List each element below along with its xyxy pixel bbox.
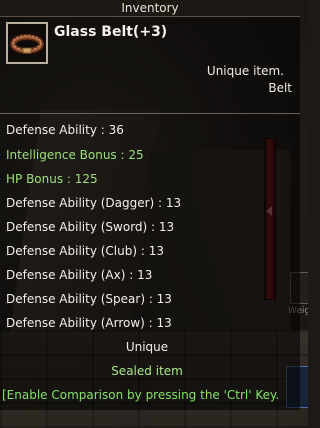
- sealed-status: Sealed item: [111, 364, 183, 378]
- item-tooltip: Inventory Glass Belt(+3) Unique item. Be…: [0, 0, 300, 410]
- stat-line: Defense Ability (Arrow) : 13: [6, 316, 172, 330]
- stat-line: Defense Ability : 36: [6, 123, 124, 137]
- stat-line: Defense Ability (Ax) : 13: [6, 268, 153, 282]
- stat-line: Defense Ability (Sword) : 13: [6, 220, 175, 234]
- stat-line: Defense Ability (Dagger) : 13: [6, 196, 182, 210]
- stat-line: HP Bonus : 125: [6, 172, 98, 186]
- unique-label: Unique: [125, 340, 169, 354]
- item-icon-frame: [6, 22, 48, 64]
- stat-line: Intelligence Bonus : 25: [6, 148, 144, 162]
- game-scene: Weig Inventory Glass Belt(+3) Unique ite…: [0, 0, 308, 428]
- item-name: Glass Belt(+3): [54, 24, 168, 40]
- stat-line: Defense Ability (Club) : 13: [6, 244, 164, 258]
- stat-line: Defense Ability (Spear) : 13: [6, 292, 172, 306]
- item-rarity: Unique item.: [206, 64, 284, 78]
- item-slot-type: Belt: [268, 81, 292, 95]
- comparison-hint: [Enable Comparison by pressing the 'Ctrl…: [2, 388, 280, 402]
- inventory-title: Inventory: [0, 0, 300, 17]
- tooltip-divider: [0, 113, 300, 114]
- belt-icon: [10, 34, 44, 54]
